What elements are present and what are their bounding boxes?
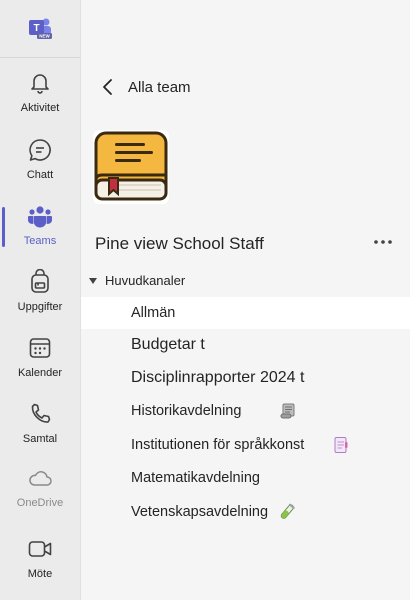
channel-item-budgetar[interactable]: Budgetar t bbox=[81, 329, 410, 361]
rail-label: Teams bbox=[23, 235, 57, 247]
back-to-all-teams-button[interactable]: Alla team bbox=[101, 78, 191, 96]
rail-label: Chatt bbox=[26, 169, 54, 181]
phone-icon bbox=[31, 403, 51, 423]
channel-name: Institutionen för språkkonst bbox=[131, 437, 305, 453]
channel-item-historikavdelning[interactable]: Historikavdelning bbox=[81, 395, 410, 427]
channel-name: Vetenskapsavdelning bbox=[131, 504, 269, 520]
bell-icon bbox=[31, 74, 49, 94]
team-name: Pine view School Staff bbox=[95, 234, 264, 253]
rail-header: T NEW bbox=[0, 0, 80, 58]
rail-item-aktivitet[interactable]: Aktivitet bbox=[0, 62, 80, 126]
channel-name: Allmän bbox=[131, 305, 176, 321]
rail-label: Kalender bbox=[17, 367, 63, 379]
channel-name: Historikavdelning bbox=[131, 403, 242, 419]
rail-label: Uppgifter bbox=[17, 301, 63, 313]
team-channel-panel: Alla team Pine view School Staff Huvudka… bbox=[80, 0, 410, 600]
chevron-left-icon bbox=[103, 79, 112, 95]
test-tube-icon bbox=[280, 503, 295, 519]
rail-label: Aktivitet bbox=[20, 102, 60, 114]
channel-item-allman[interactable]: Allmän bbox=[81, 297, 410, 329]
section-header-huvudkanaler[interactable]: Huvudkanaler bbox=[89, 273, 185, 288]
caret-down-icon bbox=[89, 277, 97, 284]
rail-item-mote[interactable]: Möte bbox=[0, 528, 80, 592]
svg-text:T: T bbox=[33, 23, 39, 34]
channel-name: Matematikavdelning bbox=[131, 470, 260, 486]
rail-item-onedrive[interactable]: OneDrive bbox=[0, 457, 80, 521]
back-label: Alla team bbox=[128, 78, 191, 96]
app-rail: T NEW Aktivitet Chatt Teams Uppgifter Ka… bbox=[0, 0, 80, 600]
teams-icon bbox=[28, 206, 52, 228]
scroll-icon bbox=[280, 403, 295, 419]
channel-item-institutionen-for-sprakkonst[interactable]: Institutionen för språkkonst bbox=[81, 429, 410, 461]
rail-item-teams[interactable]: Teams bbox=[0, 195, 80, 259]
channel-item-vetenskapsavdelning[interactable]: Vetenskapsavdelning bbox=[81, 496, 410, 528]
rail-item-kalender[interactable]: Kalender bbox=[0, 327, 80, 391]
rail-item-samtal[interactable]: Samtal bbox=[0, 393, 80, 457]
channel-item-disciplinrapporter[interactable]: Disciplinrapporter 2024 t bbox=[81, 362, 410, 394]
team-avatar[interactable] bbox=[93, 130, 169, 204]
rail-label: OneDrive bbox=[16, 497, 64, 509]
rail-item-chatt[interactable]: Chatt bbox=[0, 129, 80, 193]
channel-name: Disciplinrapporter 2024 t bbox=[131, 369, 305, 386]
channel-name: Budgetar t bbox=[131, 336, 205, 353]
section-label: Huvudkanaler bbox=[105, 273, 186, 288]
svg-text:NEW: NEW bbox=[39, 34, 50, 39]
more-options-icon[interactable] bbox=[371, 232, 395, 252]
notebook-icon bbox=[334, 437, 348, 453]
video-icon bbox=[28, 541, 52, 557]
channel-item-matematikavdelning[interactable]: Matematikavdelning bbox=[81, 462, 410, 494]
calendar-icon bbox=[29, 338, 51, 358]
book-icon bbox=[94, 131, 168, 201]
rail-label: Möte bbox=[27, 568, 53, 580]
teams-logo-icon[interactable]: T NEW bbox=[27, 16, 53, 40]
rail-item-uppgifter[interactable]: Uppgifter bbox=[0, 261, 80, 325]
backpack-icon bbox=[31, 269, 49, 293]
rail-label: Samtal bbox=[22, 433, 58, 445]
chat-icon bbox=[29, 139, 51, 161]
cloud-icon bbox=[29, 471, 52, 486]
